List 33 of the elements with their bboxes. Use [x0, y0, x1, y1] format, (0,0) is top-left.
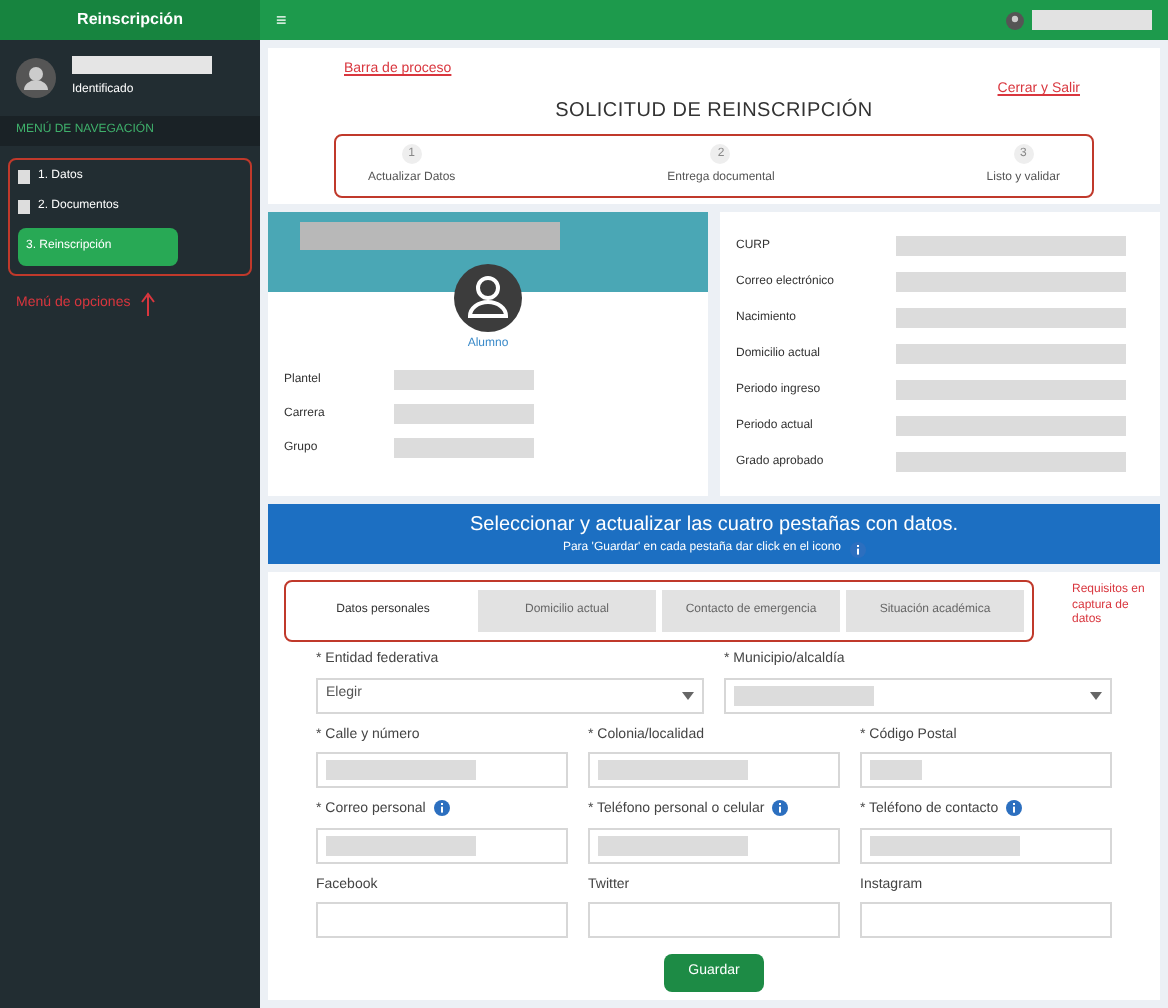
caret-icon	[1090, 691, 1102, 699]
input-field[interactable]	[860, 827, 1112, 863]
page-icon	[18, 200, 30, 214]
redacted-block	[1032, 10, 1152, 30]
brand-title: Reinscripción	[77, 8, 183, 32]
redacted-block	[394, 370, 534, 390]
user-icon[interactable]	[1006, 11, 1024, 29]
input-field[interactable]	[860, 752, 1112, 788]
input-field[interactable]	[860, 902, 1112, 938]
info-icon	[849, 541, 866, 557]
page-icon	[18, 170, 30, 184]
redacted-block	[72, 56, 212, 74]
redacted-block	[734, 685, 874, 705]
info-icon	[1006, 800, 1023, 817]
redacted-block	[394, 404, 534, 424]
page-title: SOLICITUD DE REINSCRIPCIÓN	[555, 96, 873, 126]
banner-title: Seleccionar y actualizar las cuatro pestañas con datos.	[469, 512, 959, 540]
input-field[interactable]	[588, 827, 840, 863]
redacted-block	[870, 760, 922, 780]
input-field[interactable]	[316, 827, 568, 863]
input-field[interactable]	[588, 752, 840, 788]
menu-button[interactable]: ≡	[276, 11, 287, 29]
input-field[interactable]	[316, 902, 568, 938]
avatar-icon	[454, 264, 522, 332]
arrow-icon	[138, 292, 159, 316]
redacted-block	[394, 438, 534, 458]
input-field[interactable]	[316, 752, 568, 788]
input-field[interactable]	[588, 902, 840, 938]
user-avatar-icon	[16, 58, 56, 98]
select-field[interactable]	[724, 677, 1112, 713]
caret-icon	[682, 691, 694, 699]
info-icon	[772, 800, 789, 817]
info-icon	[433, 800, 450, 817]
